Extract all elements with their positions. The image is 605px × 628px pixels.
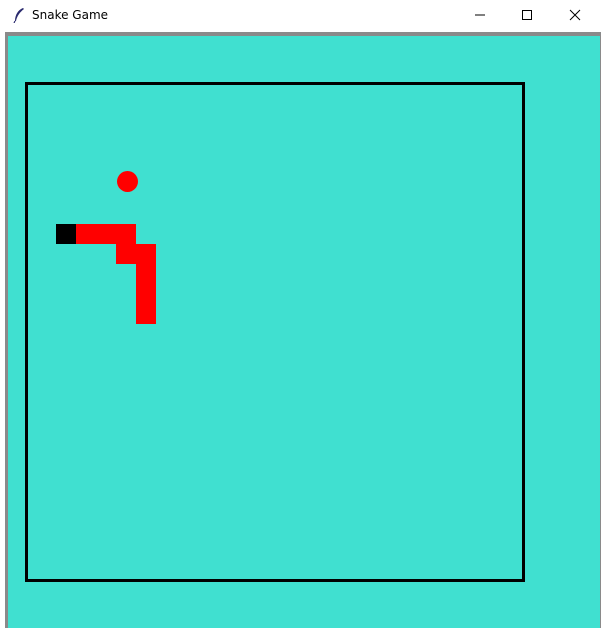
snake-body-segment [96, 224, 116, 244]
snake-body-segment [116, 224, 136, 244]
food-apple [117, 171, 138, 192]
snake-body-segment [136, 264, 156, 284]
snake-body-segment [76, 224, 96, 244]
window-title: Snake Game [32, 8, 109, 22]
snake-body-segment [136, 284, 156, 304]
minimize-button[interactable] [457, 0, 503, 31]
close-icon [569, 6, 581, 25]
maximize-icon [521, 6, 533, 25]
snake-head [56, 224, 76, 244]
maximize-button[interactable] [504, 0, 550, 31]
snake-body-segment [116, 244, 136, 264]
title-bar[interactable]: Snake Game [0, 0, 605, 31]
playfield-border [25, 82, 525, 582]
feather-icon [12, 7, 26, 24]
close-button[interactable] [552, 0, 598, 31]
snake-body-segment [136, 304, 156, 324]
minimize-icon [474, 6, 486, 25]
snake-body-segment [136, 244, 156, 264]
